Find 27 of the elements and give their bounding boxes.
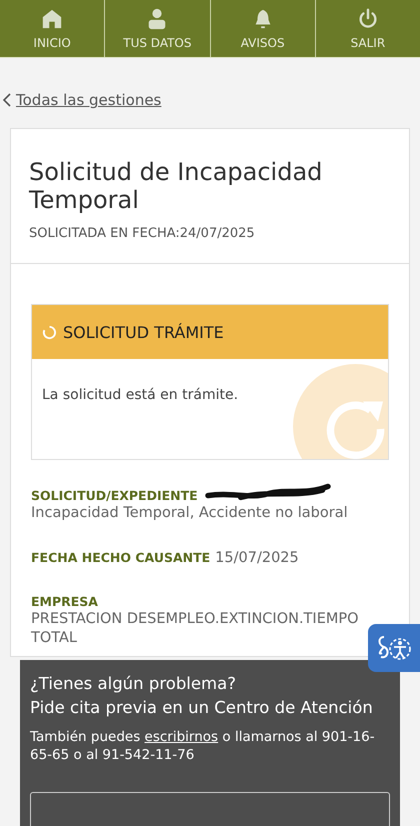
nav-tab[interactable]: AVISOS [210, 0, 316, 57]
input-field[interactable] [30, 792, 390, 826]
accessibility-icon [376, 633, 412, 663]
detail-value: 15/07/2025 [215, 549, 299, 568]
request-title: Solicitud de Incapacidad Temporal [29, 159, 324, 214]
status-title: SOLICITUD TRÁMITE [63, 322, 224, 342]
nav-tab[interactable]: INICIO [0, 0, 106, 57]
detail-label: EMPRESA [31, 594, 98, 610]
accessibility-button[interactable] [368, 624, 420, 672]
user-icon [146, 8, 168, 30]
chevron-left-icon [2, 93, 12, 107]
help-text: También puedes escribirnos o llamarnos al 901-16-65-65 o al 91-542-11-76 [30, 728, 376, 764]
detail-value: Incapacidad Temporal, Accidente no laboral [31, 504, 348, 524]
detail-label: SOLICITUD/EXPEDIENTE [31, 488, 198, 504]
nav-tab[interactable]: SALIR [316, 0, 420, 57]
detail-value: PRESTACION DESEMPLEO.EXTINCION.TIEMPO TOTAL [31, 610, 360, 648]
back-link[interactable]: Todas las gestiones [16, 91, 162, 109]
detail-label: FECHA HECHO CAUSANTE [31, 550, 210, 567]
help-title: ¿Tienes algún problema? [30, 673, 237, 696]
request-date: SOLICITADA EN FECHA:24/07/2025 [29, 226, 256, 242]
help-subtitle: Pide cita previa en un Centro de Atención [30, 696, 374, 719]
write-link[interactable]: escribirnos [144, 728, 218, 745]
spinner-icon [42, 324, 57, 340]
home-icon [41, 8, 64, 30]
status-message: La solicitud está en trámite. [42, 387, 238, 404]
nav-tab[interactable]: TUS DATOS [105, 0, 210, 57]
power-icon [356, 8, 379, 30]
